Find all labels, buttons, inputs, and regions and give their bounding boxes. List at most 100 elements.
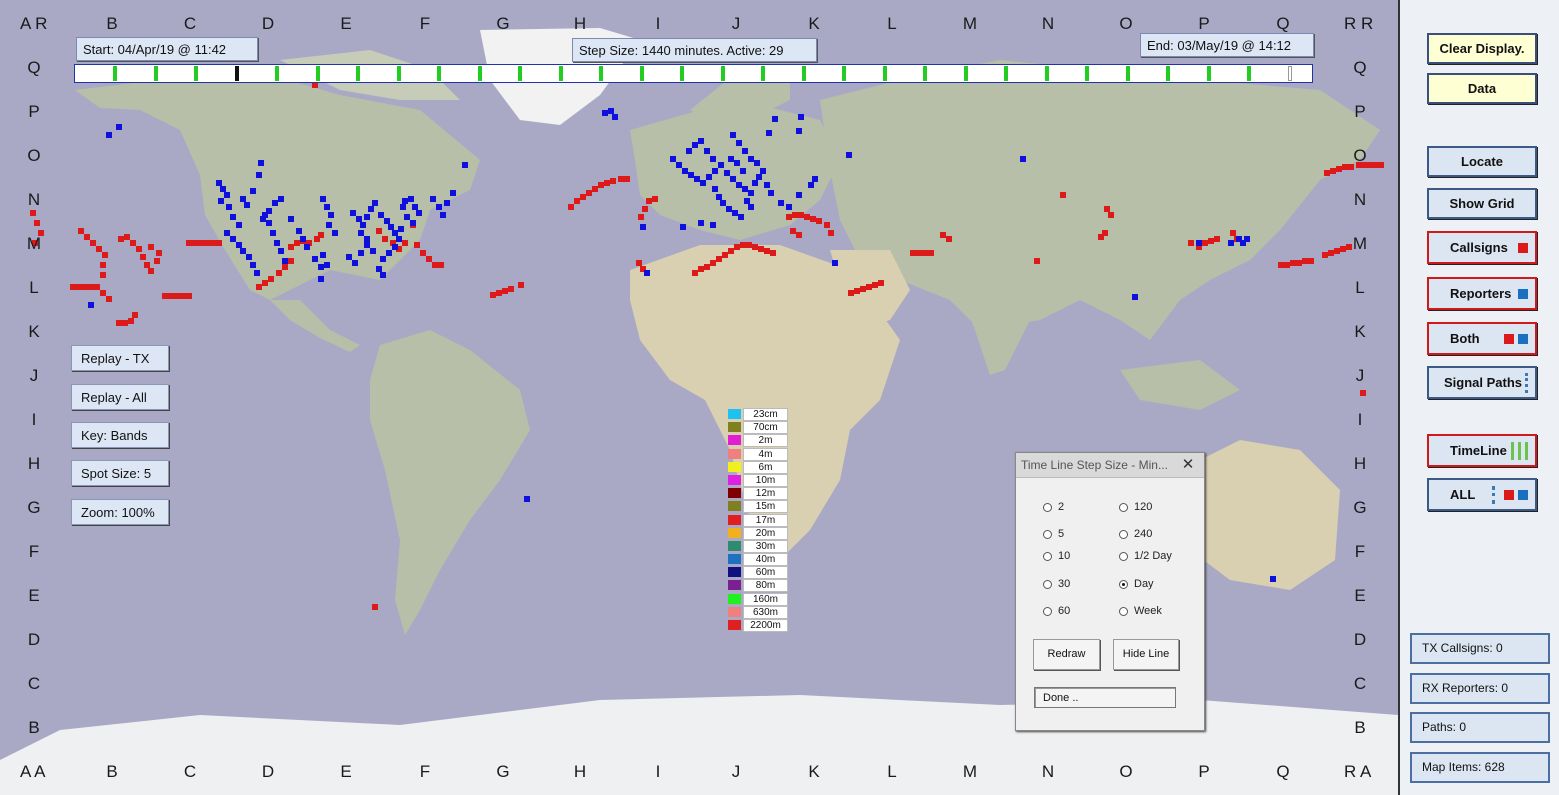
grid-row-left: D [27,630,41,649]
step-option-radio[interactable]: 2 [1043,501,1064,513]
grid-row-right: I [1357,410,1363,429]
zoom-button[interactable]: Zoom: 100% [71,499,169,525]
grid-row-left: B [28,718,40,737]
timeline-tick[interactable] [1085,66,1089,81]
grid-col-bottom: H [573,762,587,781]
radio-label: 60 [1058,605,1071,617]
data-button[interactable]: Data [1427,73,1537,104]
timeline-tick[interactable] [1125,66,1130,81]
legend-swatch [728,580,741,591]
timeline-tick[interactable] [639,66,644,81]
all-button[interactable]: ALL [1427,478,1537,511]
timeline-tick[interactable] [315,66,320,81]
step-option-radio[interactable]: 10 [1043,550,1070,562]
radio-label: 1/2 Day [1134,550,1172,562]
timeline-tick[interactable] [1287,66,1292,81]
timeline-tick[interactable] [194,66,198,81]
timeline-tick[interactable] [437,66,441,81]
radio-label: 30 [1058,578,1071,590]
legend-swatch [728,409,741,419]
radio-label: Week [1134,605,1162,617]
legend-label: 80m [743,579,788,593]
redraw-button[interactable]: Redraw [1033,639,1100,670]
legend-item: 630m [728,605,788,619]
timeline-tick[interactable] [113,66,117,81]
timeline-tick[interactable] [275,66,279,81]
signal-paths-button[interactable]: Signal Paths [1427,366,1537,399]
grid-row-right: P [1354,102,1366,121]
show-grid-button[interactable]: Show Grid [1427,188,1537,219]
legend-swatch [728,567,741,578]
grid-row-left: I [31,410,37,429]
step-option-radio[interactable]: 120 [1119,501,1152,513]
timeline-tick[interactable] [1166,66,1170,81]
key-bands-button[interactable]: Key: Bands [71,422,169,448]
both-button[interactable]: Both [1427,322,1537,355]
timeline-tick[interactable] [720,66,725,81]
reporters-button[interactable]: Reporters [1427,277,1537,310]
grid-col-top: P [1198,14,1210,33]
locate-label: Locate [1461,154,1503,169]
timeline-tick[interactable] [842,66,846,81]
close-icon[interactable]: ✕ [1172,453,1204,477]
timeline-tick[interactable] [801,66,806,81]
clear-display-button[interactable]: Clear Display. [1427,33,1537,64]
grid-row-right: M [1352,234,1368,253]
timeline-tick[interactable] [923,66,927,81]
radio-label: 240 [1134,528,1153,540]
timeline-tick[interactable] [882,66,887,81]
timeline-tick[interactable] [518,66,522,81]
hide-line-button[interactable]: Hide Line [1113,639,1179,670]
legend-swatch [728,488,741,499]
legend-item: 2200m [728,619,788,632]
grid-row-right: G [1353,498,1367,517]
radio-circle-icon [1043,606,1052,616]
timeline-bar[interactable] [74,64,1313,83]
dialog-title-bar[interactable]: Time Line Step Size - Min... ✕ [1016,453,1204,478]
timeline-tick[interactable] [1206,66,1211,81]
legend-swatch [728,514,741,525]
radio-label: 120 [1134,501,1153,513]
spot-size-button[interactable]: Spot Size: 5 [71,460,169,486]
timeline-button[interactable]: TimeLine [1427,434,1537,467]
grid-corner-label: A R [20,14,48,33]
timeline-tick[interactable] [761,66,765,81]
step-option-radio[interactable]: 240 [1119,528,1152,540]
legend-item: 160m [728,592,788,606]
locate-button[interactable]: Locate [1427,146,1537,177]
legend-label: 10m [743,473,788,487]
legend-swatch [728,474,741,485]
timeline-tick[interactable] [963,66,968,81]
world-map[interactable]: B B C C D D E E F F G G H H I I J J K K L L M M N N O O P P Q Q Q Q P P O O N N… [0,0,1398,795]
step-option-radio[interactable]: 1/2 Day [1119,550,1172,562]
timeline-tick[interactable] [1247,66,1251,81]
timeline-tick[interactable] [153,66,158,81]
grid-row-left: C [27,674,41,693]
step-option-radio[interactable]: Week [1119,605,1162,617]
replay-tx-button[interactable]: Replay - TX [71,345,169,371]
timeline-tick[interactable] [1044,66,1049,81]
grid-col-top: F [419,14,431,33]
radio-label: 10 [1058,550,1071,562]
timeline-tick[interactable] [1004,66,1008,81]
legend-swatch [728,606,741,617]
grid-col-top: E [340,14,352,33]
grid-row-left: K [28,322,40,341]
step-option-radio[interactable]: 5 [1043,528,1064,540]
timeline-tick[interactable] [599,66,603,81]
step-option-radio[interactable]: 60 [1043,605,1070,617]
legend-item: 70cm [728,421,788,435]
timeline-tick[interactable] [680,66,684,81]
timeline-tick[interactable] [477,66,482,81]
legend-label: 30m [743,539,788,553]
replay-all-button[interactable]: Replay - All [71,384,169,410]
timeline-tick[interactable] [234,66,239,81]
timeline-tick[interactable] [558,66,563,81]
step-option-radio[interactable]: 30 [1043,578,1070,590]
legend-item: 30m [728,539,788,553]
step-option-radio[interactable]: Day [1119,578,1154,590]
dialog-title: Time Line Step Size - Min... [1021,458,1168,472]
timeline-tick[interactable] [356,66,360,81]
timeline-tick[interactable] [396,66,401,81]
callsigns-button[interactable]: Callsigns [1427,231,1537,264]
